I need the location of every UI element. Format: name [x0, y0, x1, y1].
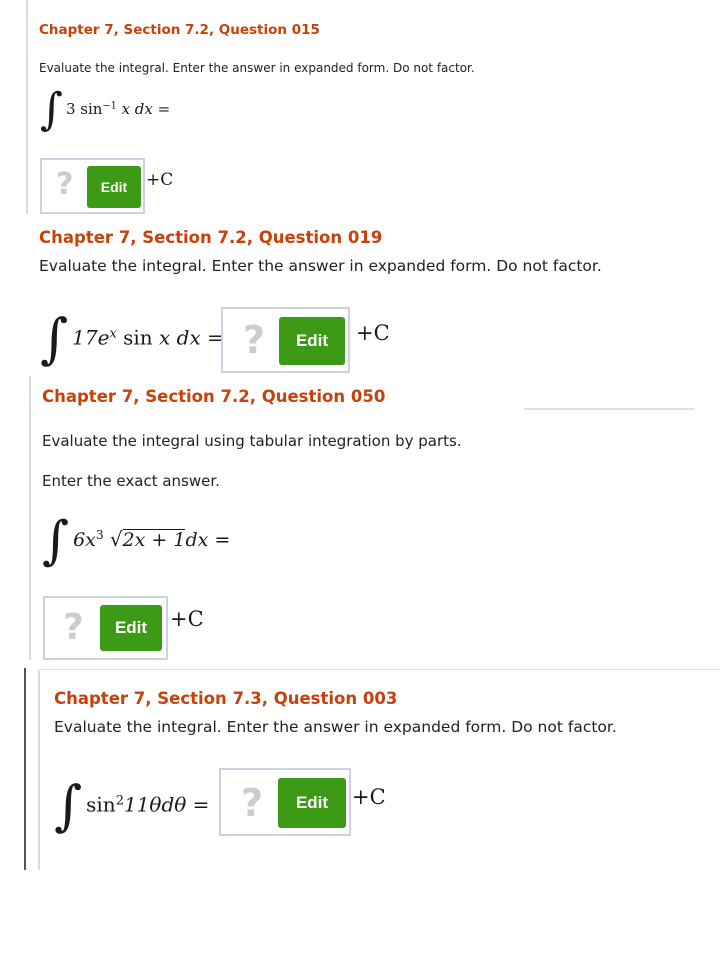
- q2-integrand-exp: x: [109, 326, 117, 342]
- q4-instruction: Evaluate the integral. Enter the answer …: [54, 718, 617, 736]
- q1-integrand-coef: 3 sin: [65, 100, 103, 118]
- q4-answer-placeholder: ?: [241, 781, 264, 825]
- q3-constant: +C: [170, 607, 204, 631]
- q3-title: Chapter 7, Section 7.2, Question 050: [42, 387, 386, 406]
- q2-integral-expression: ∫ 17ex sin x dx =: [40, 312, 224, 366]
- q2-instruction: Evaluate the integral. Enter the answer …: [39, 257, 602, 275]
- integral-sign: ∫: [54, 774, 83, 837]
- q1-integrand-exp: −1: [102, 100, 117, 112]
- integral-sign: ∫: [42, 511, 70, 571]
- q1-integrand-d: dx =: [130, 100, 171, 118]
- q3-integrand-exp: 3: [95, 528, 104, 543]
- q1-instruction: Evaluate the integral. Enter the answer …: [39, 61, 475, 75]
- integral-sign: ∫: [40, 307, 69, 370]
- q3-answer-box[interactable]: ? Edit: [43, 596, 168, 660]
- q2-answer-box[interactable]: ? Edit: [221, 307, 350, 373]
- q3-instruction-2: Enter the exact answer.: [42, 472, 220, 490]
- q1-title: Chapter 7, Section 7.2, Question 015: [39, 22, 320, 38]
- q3-integrand-d: dx =: [185, 529, 231, 551]
- q1-integrand-var: x: [121, 100, 131, 118]
- q3-top-rule: [524, 408, 694, 410]
- q3-integral-expression: ∫ 6x3 √2x + 1dx =: [42, 515, 230, 567]
- q2-title: Chapter 7, Section 7.2, Question 019: [39, 228, 383, 247]
- q1-answer-placeholder: ?: [56, 167, 74, 202]
- q1-constant: +C: [146, 170, 174, 190]
- q2-integrand-var: x: [159, 325, 171, 350]
- q4-top-rule: [40, 669, 720, 670]
- q4-integrand-rest: 11θdθ =: [123, 792, 210, 817]
- q3-left-border: [29, 376, 31, 660]
- q4-edit-button[interactable]: Edit: [278, 778, 346, 828]
- q4-integral-expression: ∫ sin211θdθ =: [54, 779, 209, 833]
- q4-constant: +C: [352, 785, 386, 809]
- q2-constant: +C: [356, 321, 390, 345]
- q4-integrand-exp: 2: [115, 793, 124, 809]
- q2-edit-button[interactable]: Edit: [279, 317, 345, 365]
- q2-answer-placeholder: ?: [243, 318, 266, 362]
- q3-instruction: Evaluate the integral using tabular inte…: [42, 432, 462, 450]
- q4-outer-border: [24, 668, 26, 870]
- q1-edit-button[interactable]: Edit: [87, 166, 141, 208]
- q1-answer-box[interactable]: ? Edit: [40, 158, 145, 214]
- q4-integrand-coef: sin: [86, 792, 116, 817]
- q3-answer-placeholder: ?: [63, 607, 84, 648]
- q3-integrand-radicand: 2x + 1: [122, 529, 186, 551]
- integral-sign: ∫: [40, 84, 63, 135]
- q2-integrand-rest: sin: [116, 325, 160, 350]
- q4-title: Chapter 7, Section 7.3, Question 003: [54, 689, 398, 708]
- q1-integral-expression: ∫ 3 sin−1 x dx =: [40, 88, 170, 132]
- q4-left-border: [38, 670, 40, 870]
- q3-square-root: √2x + 1: [109, 527, 186, 551]
- q1-left-border: [26, 0, 28, 214]
- q4-answer-box[interactable]: ? Edit: [219, 768, 351, 836]
- q2-integrand-coef: 17e: [72, 325, 110, 350]
- q2-integrand-d: dx =: [170, 325, 224, 350]
- q3-integrand-coef: 6x: [73, 529, 96, 551]
- q3-edit-button[interactable]: Edit: [100, 605, 162, 651]
